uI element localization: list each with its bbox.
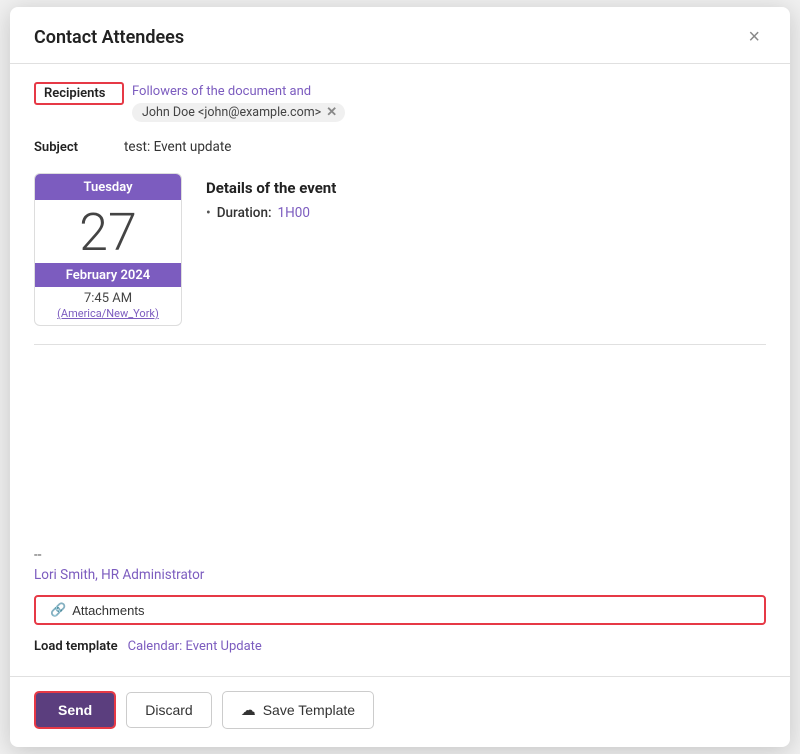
event-details: Details of the event • Duration: 1H00 [206,173,766,326]
signature-name: Lori Smith, HR Administrator [34,567,766,583]
recipients-row: Recipients Followers of the document and… [34,82,766,122]
event-section: Tuesday 27 February 2024 7:45 AM (Americ… [34,173,766,326]
save-cloud-icon: ☁ [241,701,256,719]
load-template-row: Load template Calendar: Event Update [34,639,766,654]
duration-label: Duration: [217,205,272,221]
email-body-area [34,359,766,547]
subject-label: Subject [34,136,124,155]
attachment-icon: 🔗 [50,602,66,618]
save-template-button[interactable]: ☁ Save Template [222,691,374,729]
dialog-body: Recipients Followers of the document and… [10,64,790,676]
subject-row: Subject test: Event update [34,136,766,155]
load-template-label: Load template [34,639,118,654]
bullet-icon: • [206,205,211,221]
recipient-tag-text: John Doe <john@example.com> [142,105,321,120]
discard-button[interactable]: Discard [126,692,211,728]
calendar-widget: Tuesday 27 February 2024 7:45 AM (Americ… [34,173,182,326]
subject-value: test: Event update [124,136,231,155]
calendar-time: 7:45 AM [35,287,181,307]
divider [34,344,766,345]
followers-text: Followers of the document and [132,82,766,99]
remove-recipient-button[interactable]: ✕ [326,106,337,119]
load-template-value[interactable]: Calendar: Event Update [128,639,262,654]
signature-separator: -- [34,547,766,563]
close-button[interactable]: × [742,25,766,49]
calendar-month-year: February 2024 [35,263,181,287]
recipient-tag: John Doe <john@example.com> ✕ [132,103,345,122]
attachments-button[interactable]: 🔗 Attachments [34,595,766,625]
dialog-header: Contact Attendees × [10,7,790,64]
recipients-label: Recipients [34,82,124,105]
send-button[interactable]: Send [34,691,116,729]
calendar-day-number: 27 [35,200,181,263]
dialog-title: Contact Attendees [34,27,184,48]
recipients-content: Followers of the document and John Doe <… [132,82,766,122]
contact-attendees-dialog: Contact Attendees × Recipients Followers… [10,7,790,747]
calendar-day-name: Tuesday [35,174,181,200]
event-details-title: Details of the event [206,179,766,197]
calendar-timezone: (America/New_York) [35,307,181,325]
dialog-footer: Send Discard ☁ Save Template [10,676,790,747]
duration-value: 1H00 [278,205,310,221]
attachments-label: Attachments [72,603,144,618]
duration-item: • Duration: 1H00 [206,205,766,221]
save-template-label: Save Template [263,702,355,718]
